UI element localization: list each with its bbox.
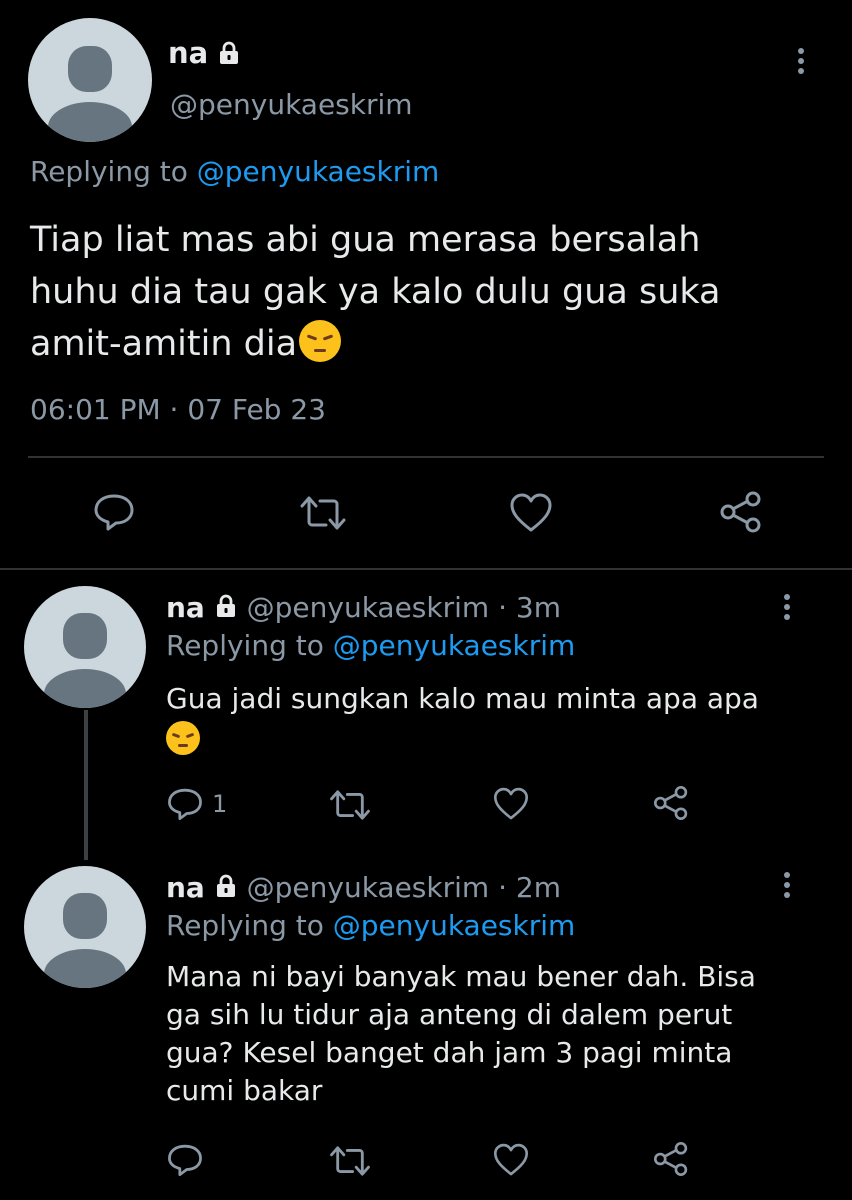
like-icon[interactable] <box>492 786 530 822</box>
retweet-icon[interactable] <box>298 494 348 532</box>
replying-to-label: Replying to <box>166 909 324 942</box>
user-handle[interactable]: @penyukaeskrim <box>247 591 490 624</box>
pensive-face-icon <box>299 320 342 362</box>
tweet-text: Mana ni bayi banyak mau bener dah. Bisa … <box>166 960 756 1107</box>
tweet-timestamp[interactable]: 06:01 PM · 07 Feb 23 <box>30 392 326 428</box>
replying-to-handle[interactable]: @penyukaeskrim <box>333 909 576 942</box>
tweet-text: Tiap liat mas abi gua merasa bersalah hu… <box>30 220 721 364</box>
display-name[interactable]: na <box>168 36 208 70</box>
lock-icon <box>214 591 238 627</box>
share-icon[interactable] <box>718 490 764 534</box>
share-icon[interactable] <box>652 1140 690 1178</box>
more-options-icon[interactable] <box>784 594 792 624</box>
reply-icon[interactable] <box>166 1142 204 1178</box>
section-divider <box>0 568 852 570</box>
more-options-icon[interactable] <box>784 872 792 902</box>
lock-icon <box>217 38 241 72</box>
divider <box>28 456 824 458</box>
thread-line <box>84 710 88 860</box>
display-name[interactable]: na <box>166 871 205 904</box>
reply-count: 1 <box>212 790 228 818</box>
reply-icon[interactable] <box>92 492 136 532</box>
avatar[interactable] <box>28 18 152 142</box>
retweet-icon[interactable] <box>328 1144 372 1178</box>
pensive-face-icon <box>166 721 200 755</box>
like-icon[interactable] <box>508 492 554 534</box>
like-icon[interactable] <box>492 1142 530 1178</box>
retweet-icon[interactable] <box>328 788 372 822</box>
avatar[interactable] <box>24 866 146 988</box>
replying-to-label: Replying to <box>30 155 188 188</box>
user-handle[interactable]: @penyukaeskrim <box>170 88 413 122</box>
avatar[interactable] <box>24 586 146 708</box>
user-handle[interactable]: @penyukaeskrim <box>247 871 490 904</box>
share-icon[interactable] <box>652 784 690 822</box>
tweet-time[interactable]: · 2m <box>498 871 561 904</box>
more-options-icon[interactable] <box>798 48 806 78</box>
tweet-text: Gua jadi sungkan kalo mau minta apa apa <box>166 680 759 756</box>
replying-to-label: Replying to <box>166 629 324 662</box>
tweet-time[interactable]: · 3m <box>498 591 561 624</box>
display-name[interactable]: na <box>166 591 205 624</box>
reply-icon[interactable] <box>166 786 204 822</box>
lock-icon <box>214 871 238 907</box>
replying-to-handle[interactable]: @penyukaeskrim <box>197 155 440 188</box>
replying-to-handle[interactable]: @penyukaeskrim <box>333 629 576 662</box>
